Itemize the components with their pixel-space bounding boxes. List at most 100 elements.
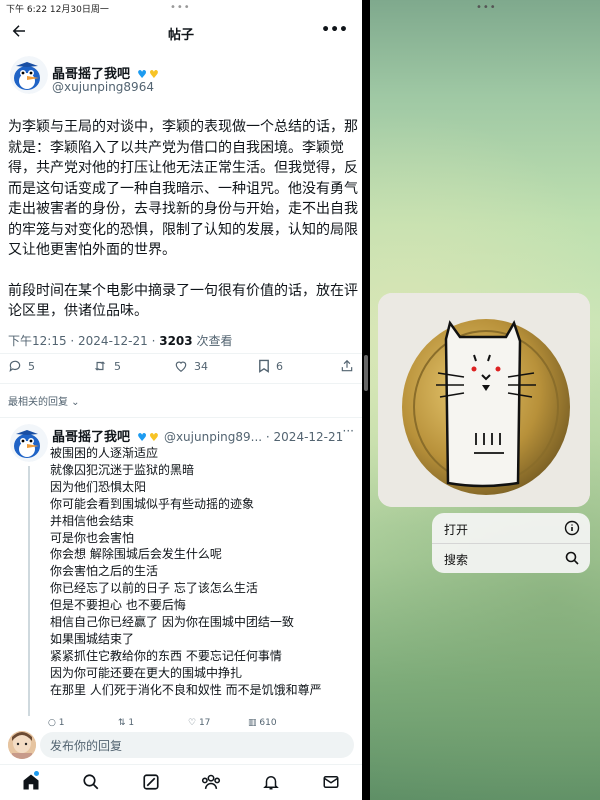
tab-grok[interactable] [142,773,162,793]
cat-coin-image [378,293,590,507]
bottom-tab-bar [0,764,362,800]
reply-reply-count: 1 [58,718,65,728]
share-button[interactable] [340,359,354,373]
reply-text: 被围困的人逐渐适应就像囚犯沉迷于监狱的黑暗 因为他们恐惧太阳你可能会看到围城似乎有… [50,445,355,699]
post-time[interactable]: 下午12:15 · 2024-12-21 · [8,334,159,348]
share-icon [341,359,353,372]
reply-line: 相信自己你已经赢了 因为你在围城中团结一致 [50,615,294,630]
reply-author-row[interactable]: 晶哥摇了我吧 ♥ ♥ @xujunping89... · 2024-12-21 [52,426,358,445]
reply-line: 如果围城结束了 [50,631,135,646]
status-bar: 下午 6:22 12月30日周一 [6,5,109,15]
image-preview[interactable] [378,293,590,507]
like-count: 34 [194,359,208,373]
search-icon [83,774,99,790]
avatar[interactable] [10,56,48,94]
post-actions: 5 5 34 6 [0,355,362,379]
reply-avatar[interactable] [10,424,48,462]
reply-line: 因为你可能还要在更大的围城中挣扎 [50,665,243,680]
retweet-count: 5 [114,359,121,373]
reply-like-button[interactable]: ♡ 17 [188,718,210,728]
search-icon [565,551,579,565]
reply-line: 被围困的人逐渐适应 [50,446,159,460]
multitask-dots[interactable]: ••• [476,2,497,13]
bookmark-count: 6 [276,359,283,373]
thread-line [28,466,30,716]
page-title: 帖子 [167,28,194,43]
mail-icon [323,776,339,788]
tab-search[interactable] [82,773,102,793]
retweet-icon [94,361,106,371]
reply-more-button[interactable]: ··· [343,424,354,438]
reply-sort-dropdown[interactable]: 最相关的回复 ⌄ [8,393,80,408]
multitask-dots[interactable]: ••• [170,2,191,13]
reply-line: 紧紧抓住它教给你的东西 不要忘记任何事情 [50,648,282,663]
communities-icon [201,774,221,790]
user-avatar-icon [8,731,36,759]
divider [0,417,362,418]
reply-line: 你已经忘了以前的日子 忘了该怎么生活 [50,581,258,596]
bookmark-icon [259,359,269,373]
split-view-handle[interactable] [364,355,368,391]
reply-line: 你会想 解除围城后会发生什么呢 [50,547,222,562]
tab-communities[interactable] [201,773,221,793]
menu-item-open-label: 打开 [444,523,469,537]
reply-line: 你会害怕之后的生活 [50,564,159,579]
yellow-heart-icon: ♥ [148,431,159,444]
post-paragraph: 为李颖与王局的对谈中，李颖的表现做一个总结的话，那就是：李颖陷入了以共产党为借口… [8,119,358,258]
menu-item-search[interactable]: 搜索 [432,543,590,573]
post-meta: 下午12:15 · 2024-12-21 · 3203 次查看 [8,332,232,349]
divider [0,383,362,384]
reply-line: 可是你也会害怕 [50,530,135,545]
retweet-button[interactable]: 5 [92,359,121,373]
more-options-button[interactable]: ••• [321,22,348,38]
bell-icon [263,776,279,790]
tab-notifications[interactable] [262,773,282,793]
penguin-avatar-icon [10,56,48,94]
reply-views-count: 610 [259,718,277,728]
post-header: 帖子 ••• [0,18,362,48]
compose-bar: 发布你的回复 [0,728,362,764]
reply-line: 因为他们恐惧太阳 [50,479,147,494]
user-avatar[interactable] [8,731,36,759]
menu-item-open[interactable]: 打开 [432,513,590,543]
author-handle[interactable]: @xujunping8964 [52,80,154,94]
reply-handle-date: @xujunping89... · 2024-12-21 [163,430,344,444]
views-label: 次查看 [192,334,233,348]
notification-dot [34,771,39,776]
reply-reply-button[interactable]: ○ 1 [48,718,64,728]
reply-count: 5 [28,359,35,373]
reply-author-name: 晶哥摇了我吧 [52,430,131,445]
reply-line: 并相信他会结束 [50,513,135,528]
context-menu: 打开 搜索 [432,513,590,573]
heart-icon [175,361,187,372]
like-button[interactable]: 34 [174,359,208,373]
reply-button[interactable]: 5 [8,359,35,373]
comment-icon [9,360,21,373]
tab-home[interactable] [22,773,42,793]
post-paragraph: 前段时间在某个电影中摘录了一句很有价值的话，放在评论区里，供诸位品味。 [8,282,358,320]
reply-retweet-count: 1 [128,718,135,728]
penguin-avatar-icon [10,424,48,462]
post-text: 为李颖与王局的对谈中，李颖的表现做一个总结的话，那就是：李颖陷入了以共产党为借口… [8,117,358,342]
reply-views-button[interactable]: ▥ 610 [248,718,277,728]
view-count: 3203 [159,334,193,348]
divider [0,353,362,354]
reply-input[interactable]: 发布你的回复 [40,732,354,758]
grok-icon [143,774,159,790]
tab-messages[interactable] [322,773,342,793]
menu-item-search-label: 搜索 [444,553,469,567]
reply-retweet-button[interactable]: ⇅ 1 [118,718,134,728]
twitter-pane: 下午 6:22 12月30日周一 ••• 帖子 ••• 晶哥摇了我吧 ♥ ♥ @x… [0,0,362,800]
bookmark-button[interactable]: 6 [258,359,283,373]
reply-line: 就像囚犯沉迷于监狱的黑暗 [50,462,195,477]
reply-line: 你可能会看到围城似乎有些动摇的迹象 [50,496,255,511]
info-icon [564,520,580,536]
reply-sort-label: 最相关的回复 [8,397,68,408]
blue-heart-icon: ♥ [137,431,147,444]
chevron-down-icon: ⌄ [68,397,80,408]
reply-line: 在那里 人们死于消化不良和奴性 而不是饥饿和尊严 [50,682,322,697]
reply-like-count: 17 [198,718,211,728]
split-view-divider [362,0,370,800]
image-pane: ••• 打开 搜索 [370,0,600,800]
reply-line: 但是不要担心 也不要后悔 [50,598,186,613]
